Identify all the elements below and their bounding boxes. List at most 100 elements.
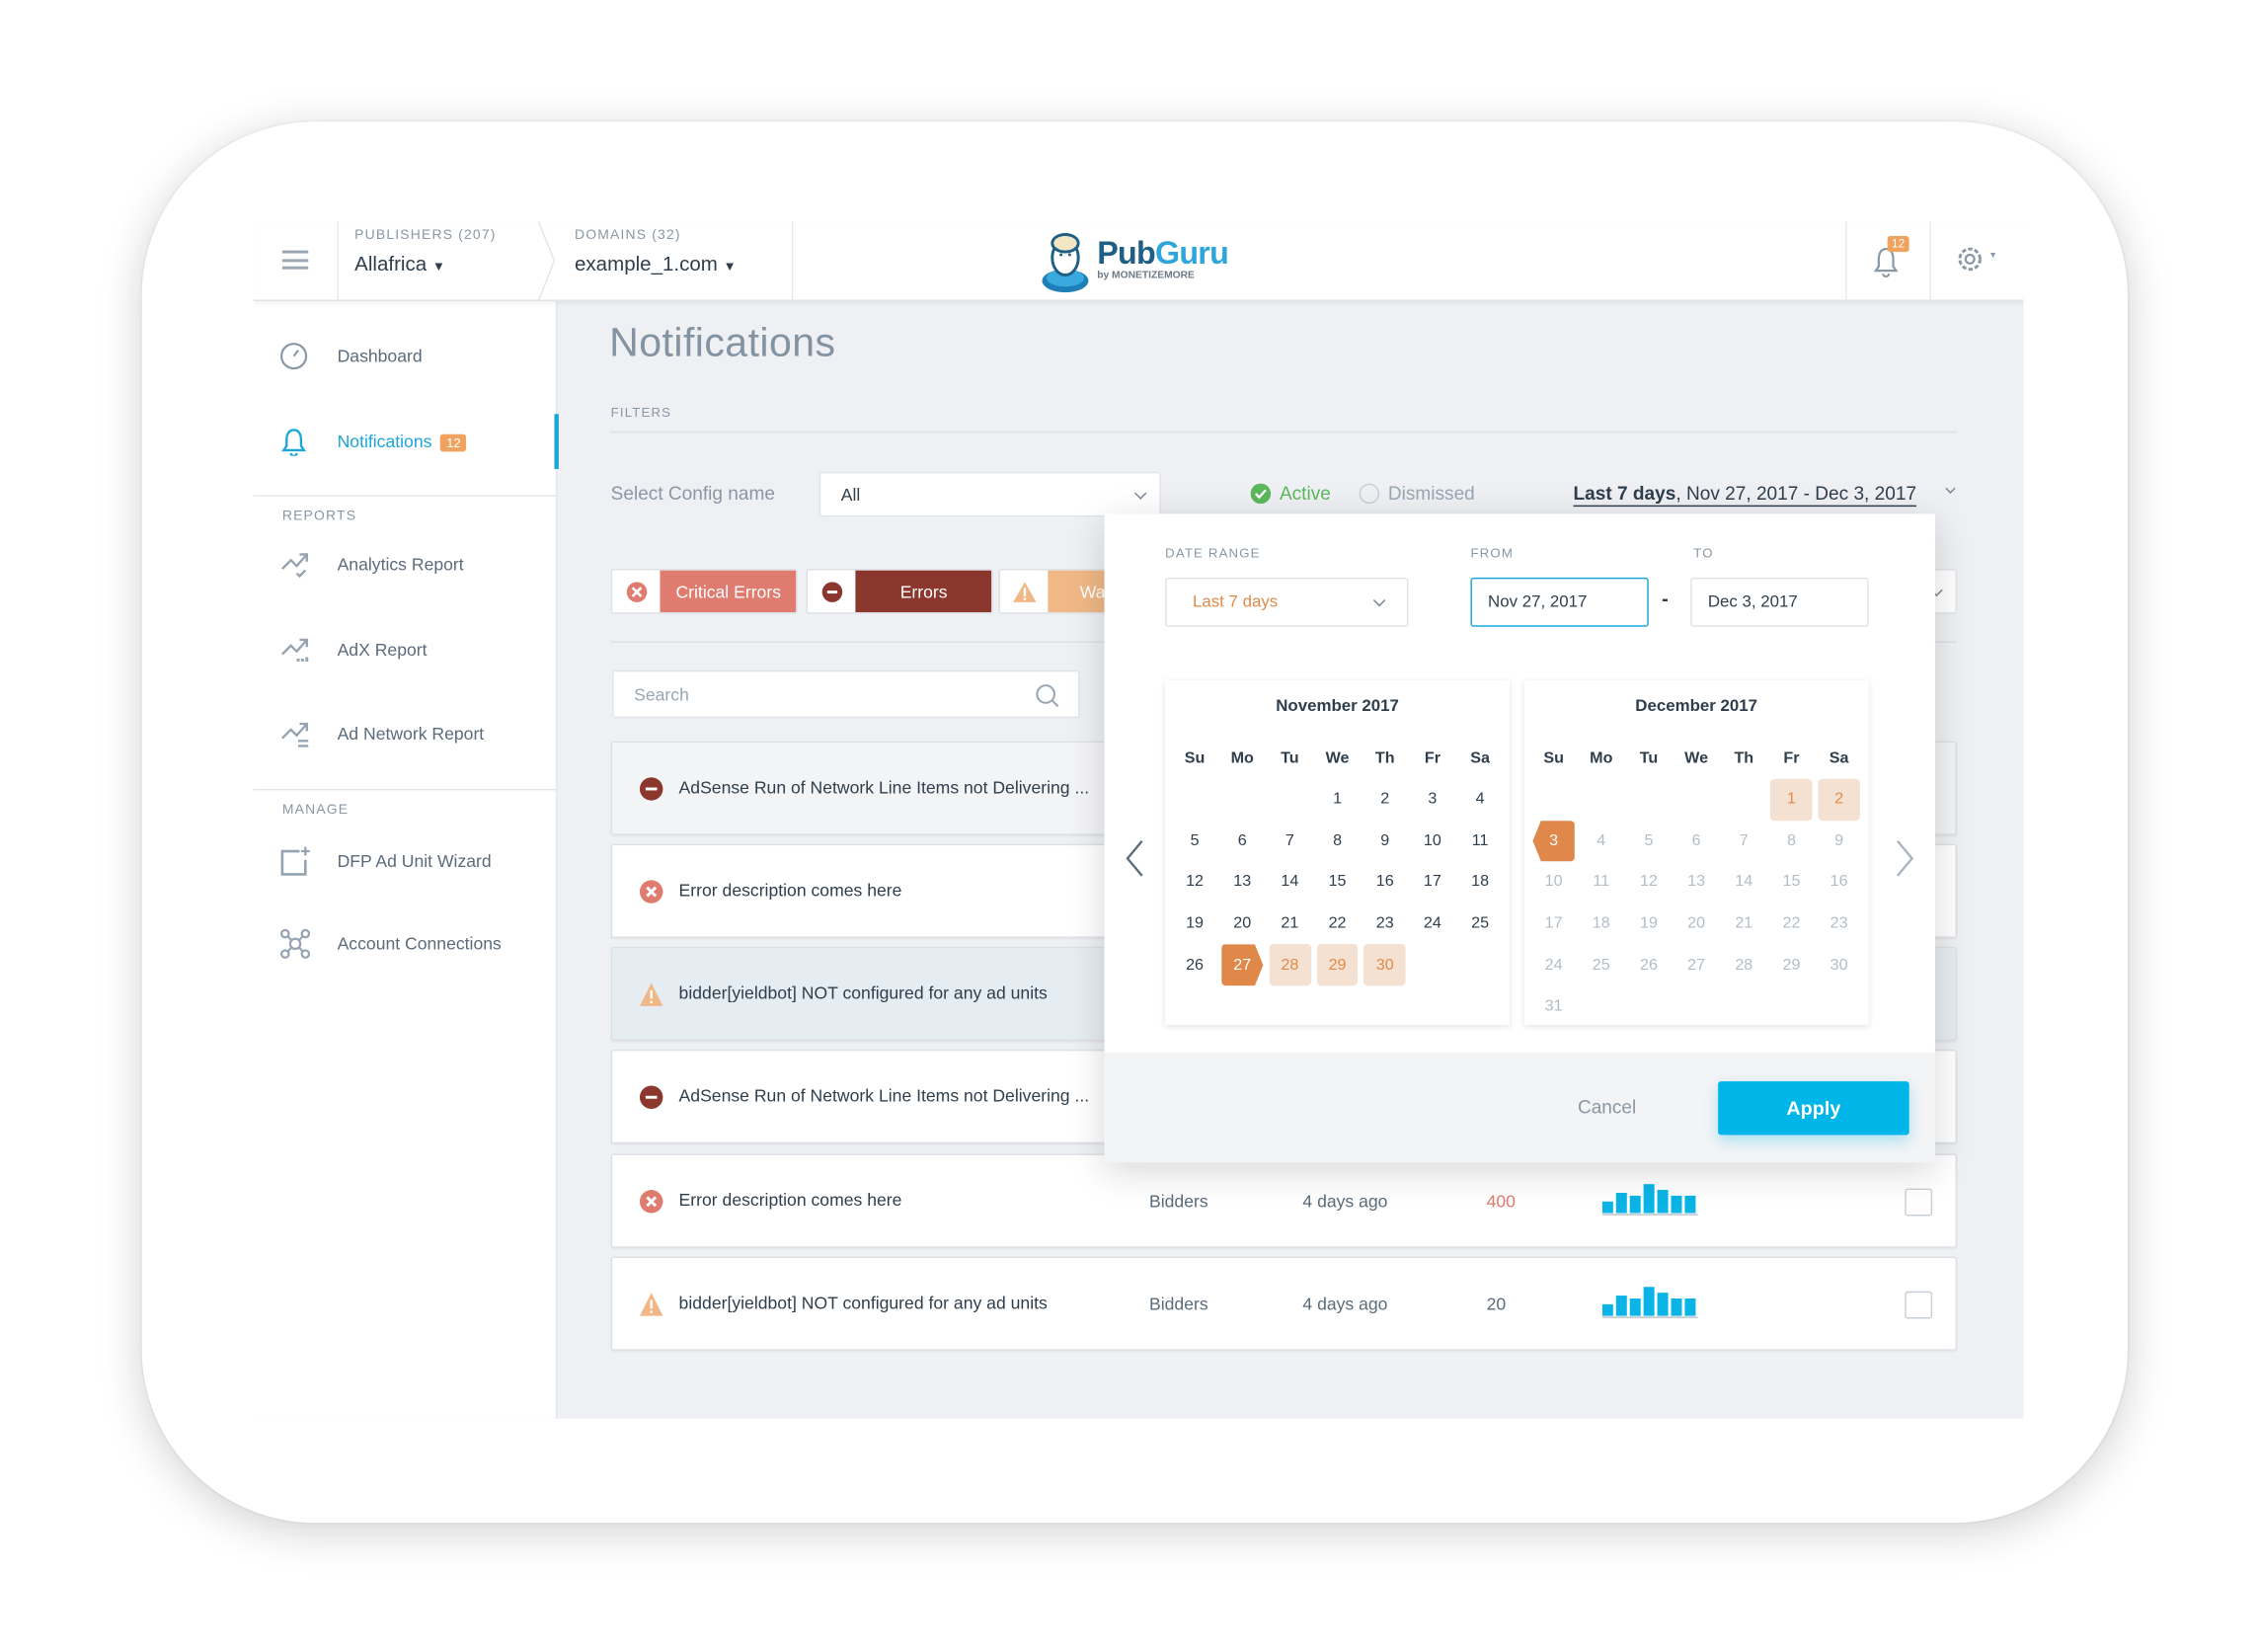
calendar-day[interactable]: 13: [1675, 862, 1717, 904]
calendar-day[interactable]: 11: [1459, 821, 1501, 862]
sidebar-item-ad-network-report[interactable]: Ad Network Report: [254, 712, 558, 755]
sidebar-item-analytics-report[interactable]: Analytics Report: [254, 543, 558, 587]
calendar-day[interactable]: 12: [1628, 862, 1670, 904]
calendar-day[interactable]: 15: [1770, 862, 1812, 904]
filter-chip-errors[interactable]: Errors: [806, 569, 993, 614]
calendar-day[interactable]: 25: [1581, 944, 1622, 985]
date-range-toggle[interactable]: Last 7 days, Nov 27, 2017 - Dec 3, 2017: [1573, 482, 1917, 508]
calendar-day[interactable]: 4: [1581, 821, 1622, 862]
calendar-day[interactable]: 10: [1412, 821, 1453, 862]
calendar-day[interactable]: 8: [1316, 821, 1358, 862]
sidebar-item-notifications[interactable]: Notifications 12: [254, 414, 559, 469]
calendar-day[interactable]: 16: [1819, 862, 1860, 904]
calendar-day[interactable]: 27: [1221, 944, 1264, 986]
calendar-day[interactable]: 29: [1316, 944, 1359, 986]
calendar-day[interactable]: 16: [1364, 862, 1406, 904]
publisher-selector[interactable]: PUBLISHERS (207) Allafrica ▼: [354, 227, 496, 275]
calendar-day[interactable]: 26: [1628, 944, 1670, 985]
calendar-day[interactable]: 23: [1364, 903, 1406, 944]
chip-label: Critical Errors: [661, 570, 797, 613]
status-dismissed-radio[interactable]: Dismissed: [1359, 482, 1475, 504]
calendar-day[interactable]: 15: [1316, 862, 1358, 904]
calendar-day[interactable]: 6: [1221, 821, 1263, 862]
calendar-day[interactable]: 18: [1459, 862, 1501, 904]
filter-chip-critical-errors[interactable]: Critical Errors: [610, 569, 798, 614]
sidebar-item-dashboard[interactable]: Dashboard: [254, 335, 558, 378]
calendar-day[interactable]: 20: [1675, 903, 1717, 944]
calendar-day[interactable]: 7: [1269, 821, 1310, 862]
calendar-day[interactable]: 9: [1819, 821, 1860, 862]
cancel-button[interactable]: Cancel: [1578, 1096, 1636, 1118]
calendar-day[interactable]: 1: [1770, 778, 1813, 821]
calendar-day[interactable]: 1: [1316, 779, 1358, 821]
calendar-day[interactable]: 28: [1269, 944, 1311, 986]
page-title: Notifications: [609, 319, 836, 365]
calendar-day[interactable]: 14: [1269, 862, 1310, 904]
calendar-day[interactable]: 2: [1818, 778, 1860, 821]
sidebar-item-dfp-ad-unit-wizard[interactable]: DFP Ad Unit Wizard: [254, 839, 558, 883]
date-range-preset-select[interactable]: Last 7 days: [1165, 577, 1409, 627]
calendar-day[interactable]: 18: [1581, 903, 1622, 944]
calendar-day[interactable]: 21: [1723, 903, 1764, 944]
calendar-day[interactable]: 7: [1723, 821, 1764, 862]
calendar-day[interactable]: 12: [1174, 862, 1215, 904]
apply-button[interactable]: Apply: [1718, 1081, 1909, 1136]
row-checkbox[interactable]: [1905, 1188, 1933, 1217]
empty-cell: [1171, 779, 1218, 821]
calendar-day[interactable]: 13: [1221, 862, 1263, 904]
calendar-day[interactable]: 19: [1174, 903, 1215, 944]
calendar-day[interactable]: 9: [1364, 821, 1406, 862]
calendar-day[interactable]: 17: [1412, 862, 1453, 904]
weekday-header: Mo: [1230, 749, 1254, 767]
calendar-day[interactable]: 28: [1723, 944, 1764, 985]
calendar-day[interactable]: 23: [1819, 903, 1860, 944]
calendar-day[interactable]: 19: [1628, 903, 1670, 944]
calendar-day[interactable]: 11: [1581, 862, 1622, 904]
status-active-radio[interactable]: Active: [1250, 482, 1331, 504]
calendar-day[interactable]: 4: [1459, 779, 1501, 821]
calendar-day[interactable]: 5: [1174, 821, 1215, 862]
config-name-select[interactable]: All: [818, 471, 1161, 517]
settings-button[interactable]: ▼: [1954, 243, 2003, 277]
prev-month-arrow-icon[interactable]: [1125, 839, 1145, 877]
hamburger-menu-icon[interactable]: [281, 250, 309, 270]
empty-cell: [1625, 779, 1673, 821]
from-label: FROM: [1470, 545, 1515, 561]
notification-row[interactable]: bidder[yieldbot] NOT configured for any …: [610, 1256, 1958, 1351]
calendar-day[interactable]: 31: [1532, 985, 1574, 1027]
calendar-day[interactable]: 5: [1628, 821, 1670, 862]
calendar-day[interactable]: 22: [1316, 903, 1358, 944]
calendar-day[interactable]: 29: [1770, 944, 1812, 985]
critical-error-icon: [639, 1190, 663, 1214]
notification-row[interactable]: Error description comes here Bidders 4 da…: [610, 1153, 1958, 1248]
sparkline-bar: [1684, 1298, 1696, 1316]
calendar-day[interactable]: 3: [1412, 779, 1453, 821]
calendar-day[interactable]: 21: [1269, 903, 1310, 944]
calendar-day[interactable]: 22: [1770, 903, 1812, 944]
next-month-arrow-icon[interactable]: [1895, 839, 1915, 877]
calendar-day[interactable]: 26: [1174, 944, 1215, 985]
calendar-day[interactable]: 30: [1363, 944, 1406, 986]
calendar-day[interactable]: 25: [1459, 903, 1501, 944]
from-date-input[interactable]: Nov 27, 2017: [1470, 577, 1649, 627]
calendar-day[interactable]: 10: [1532, 862, 1574, 904]
calendar-day[interactable]: 20: [1221, 903, 1263, 944]
calendar-day[interactable]: 27: [1675, 944, 1717, 985]
to-date-input[interactable]: Dec 3, 2017: [1690, 577, 1869, 627]
search-input[interactable]: Search: [612, 669, 1080, 719]
sidebar-item-adx-report[interactable]: AdX Report: [254, 628, 558, 671]
notifications-bell-button[interactable]: 12: [1870, 235, 1913, 279]
domain-selector[interactable]: DOMAINS (32) example_1.com ▼: [575, 227, 737, 275]
calendar-day[interactable]: 17: [1532, 903, 1574, 944]
row-checkbox[interactable]: [1905, 1291, 1933, 1319]
calendar-day[interactable]: 24: [1532, 944, 1574, 985]
sidebar-item-account-connections[interactable]: Account Connections: [254, 922, 558, 966]
calendar-day[interactable]: 14: [1723, 862, 1764, 904]
calendar-day[interactable]: 30: [1819, 944, 1860, 985]
calendar-day[interactable]: 2: [1364, 779, 1406, 821]
date-range-label: DATE RANGE: [1165, 545, 1261, 561]
calendar-day[interactable]: 3: [1532, 820, 1575, 862]
calendar-day[interactable]: 6: [1675, 821, 1717, 862]
calendar-day[interactable]: 24: [1412, 903, 1453, 944]
calendar-day[interactable]: 8: [1770, 821, 1812, 862]
